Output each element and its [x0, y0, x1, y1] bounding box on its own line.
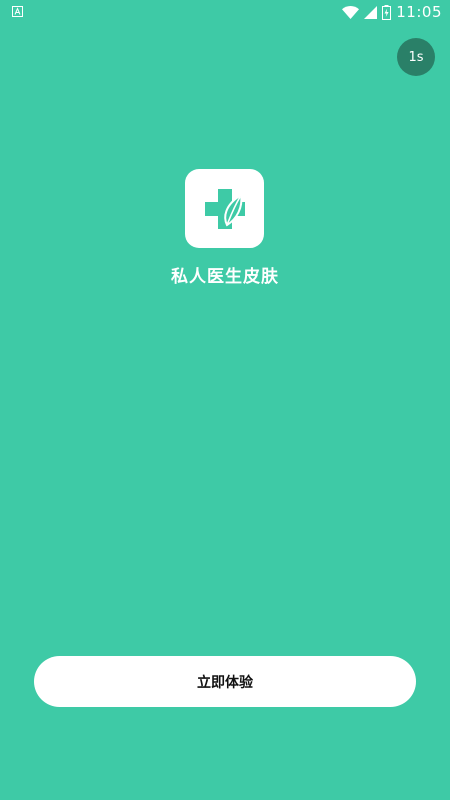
- a-notification-icon: [12, 6, 23, 17]
- skip-countdown-label: 1s: [408, 49, 424, 65]
- app-name: 私人医生皮肤: [171, 267, 279, 287]
- status-time: 11:05: [396, 3, 442, 21]
- skip-countdown-button[interactable]: 1s: [397, 38, 435, 76]
- try-now-button[interactable]: 立即体验: [34, 656, 416, 707]
- status-icons: 11:05: [342, 0, 442, 24]
- try-now-label: 立即体验: [197, 674, 253, 691]
- medical-cross-leaf-icon: [204, 188, 245, 229]
- battery-charging-icon: [382, 4, 392, 20]
- wifi-icon: [342, 5, 360, 19]
- app-logo: [185, 169, 264, 248]
- status-bar: 11:05: [0, 0, 450, 24]
- signal-icon: [364, 5, 378, 19]
